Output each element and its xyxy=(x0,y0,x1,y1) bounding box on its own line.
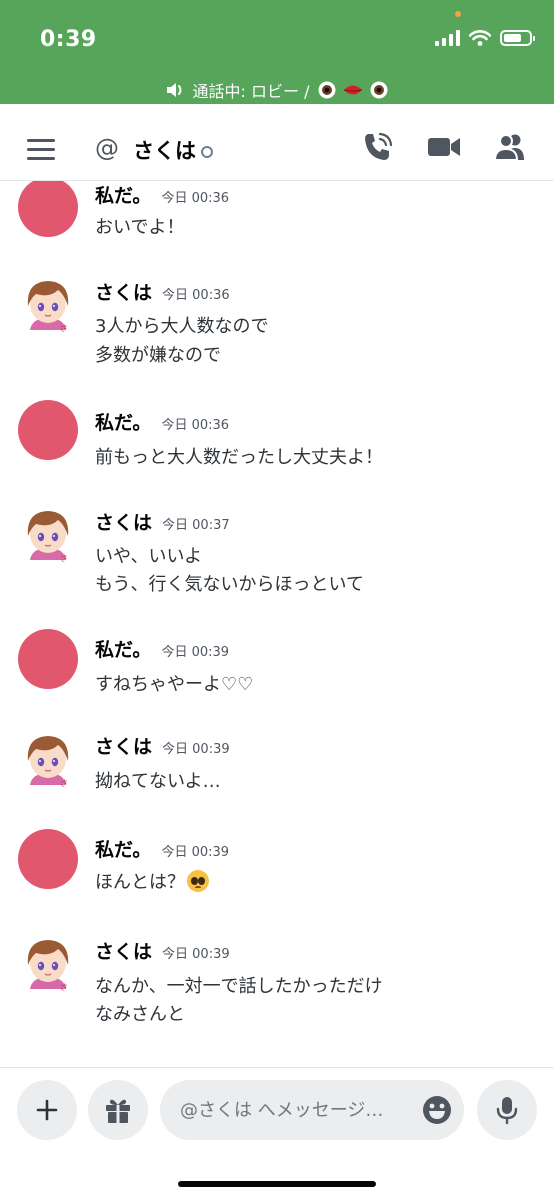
message-input[interactable] xyxy=(180,1080,412,1140)
avatar[interactable]: さくは xyxy=(18,731,78,791)
avatar[interactable] xyxy=(18,629,78,689)
message-header: さくは 今日 00:36 xyxy=(95,278,230,305)
message-header: さくは 今日 00:37 xyxy=(95,508,230,535)
avatar[interactable] xyxy=(18,829,78,889)
message-header: さくは 今日 00:39 xyxy=(95,937,230,964)
message-input-container[interactable] xyxy=(160,1080,464,1140)
author-name[interactable]: さくは xyxy=(95,937,152,964)
message-text: 拗ねてないよ… xyxy=(95,771,221,792)
message-text: なんか、一対一で話したかっただけ xyxy=(95,976,383,997)
message-text: ほんとは？ xyxy=(95,868,209,894)
svg-text:さくは: さくは xyxy=(60,983,78,992)
system-icons xyxy=(435,30,535,46)
timestamp: 今日 00:39 xyxy=(161,845,230,860)
message-text: なみさんと xyxy=(95,1004,185,1025)
avatar[interactable]: さくは xyxy=(18,935,78,995)
plus-icon xyxy=(36,1099,58,1121)
avatar[interactable]: さくは xyxy=(18,276,78,336)
emoji-icon[interactable] xyxy=(422,1095,452,1125)
author-name[interactable]: さくは xyxy=(95,732,152,759)
channel-title: さくは xyxy=(133,139,196,163)
timestamp: 今日 00:39 xyxy=(162,742,230,757)
timestamp: 今日 00:37 xyxy=(162,518,230,533)
author-name[interactable]: さくは xyxy=(95,278,152,305)
message-text: いや、いいよ xyxy=(95,546,203,567)
offline-status-indicator xyxy=(201,146,213,158)
timestamp: 今日 00:39 xyxy=(161,645,230,660)
author-name[interactable]: 私だ。 xyxy=(95,181,151,208)
timestamp: 今日 00:39 xyxy=(162,947,230,962)
cellular-signal-icon xyxy=(435,30,460,46)
message-header: さくは 今日 00:39 xyxy=(95,732,230,759)
gift-icon xyxy=(106,1099,130,1123)
message-text: 3人から大人数なので xyxy=(95,316,269,337)
author-name[interactable]: 私だ。 xyxy=(95,835,151,862)
pleading-face-emoji xyxy=(187,870,209,892)
clock: 0:39 xyxy=(40,27,97,52)
video-call-button[interactable] xyxy=(426,129,462,165)
svg-text:さくは: さくは xyxy=(60,779,78,788)
message-text: すねちゃやーよ♡♡ xyxy=(95,674,254,695)
message-list[interactable]: 私だ。 今日 00:36 おいでよ！ さくは さくは 今日 00:36 3人から… xyxy=(0,181,554,1067)
dm-at-icon: @ xyxy=(95,134,119,162)
author-name[interactable]: 私だ。 xyxy=(95,408,151,435)
author-name[interactable]: 私だ。 xyxy=(95,635,151,662)
avatar[interactable]: さくは xyxy=(18,506,78,566)
voice-call-banner[interactable]: 通話中: ロビー / xyxy=(0,78,554,102)
message-text: 前もっと大人数だったし大丈夫よ！ xyxy=(95,447,383,468)
wifi-icon xyxy=(469,30,491,46)
status-bar: 0:39 通話中: ロビー / xyxy=(0,0,554,104)
channel-header: @ さくは xyxy=(0,104,554,181)
svg-text:さくは: さくは xyxy=(60,554,78,563)
member-list-button[interactable] xyxy=(492,129,528,165)
message-text: 多数が嫌なので xyxy=(95,345,221,366)
home-indicator[interactable] xyxy=(178,1181,376,1187)
call-status-text: 通話中: ロビー / xyxy=(192,82,310,101)
message-text: おいでよ！ xyxy=(95,217,185,238)
video-camera-icon xyxy=(428,138,460,156)
timestamp: 今日 00:36 xyxy=(161,418,230,433)
avatar[interactable] xyxy=(18,400,78,460)
voice-call-button[interactable] xyxy=(360,129,396,165)
eyes-lips-emoji xyxy=(318,81,388,99)
gift-button[interactable] xyxy=(88,1080,148,1140)
phone-call-icon xyxy=(365,132,393,160)
svg-text:さくは: さくは xyxy=(60,324,78,333)
message-text-content: ほんとは？ xyxy=(95,872,185,893)
message-header: 私だ。 今日 00:39 xyxy=(95,835,229,862)
message-composer xyxy=(0,1067,554,1200)
message-header: 私だ。 今日 00:36 xyxy=(95,181,229,208)
avatar[interactable] xyxy=(18,181,78,237)
microphone-icon xyxy=(496,1097,518,1125)
voice-message-button[interactable] xyxy=(477,1080,537,1140)
battery-icon xyxy=(500,30,535,46)
members-icon xyxy=(493,134,524,161)
message-text: もう、行く気ないからほっといて xyxy=(95,574,364,595)
timestamp: 今日 00:36 xyxy=(161,191,230,206)
hamburger-icon[interactable] xyxy=(27,139,55,161)
message-header: 私だ。 今日 00:36 xyxy=(95,408,229,435)
message-header: 私だ。 今日 00:39 xyxy=(95,635,229,662)
author-name[interactable]: さくは xyxy=(95,508,152,535)
mic-in-use-indicator xyxy=(455,11,461,17)
attach-button[interactable] xyxy=(17,1080,77,1140)
speaker-icon xyxy=(166,83,182,97)
timestamp: 今日 00:36 xyxy=(162,288,230,303)
